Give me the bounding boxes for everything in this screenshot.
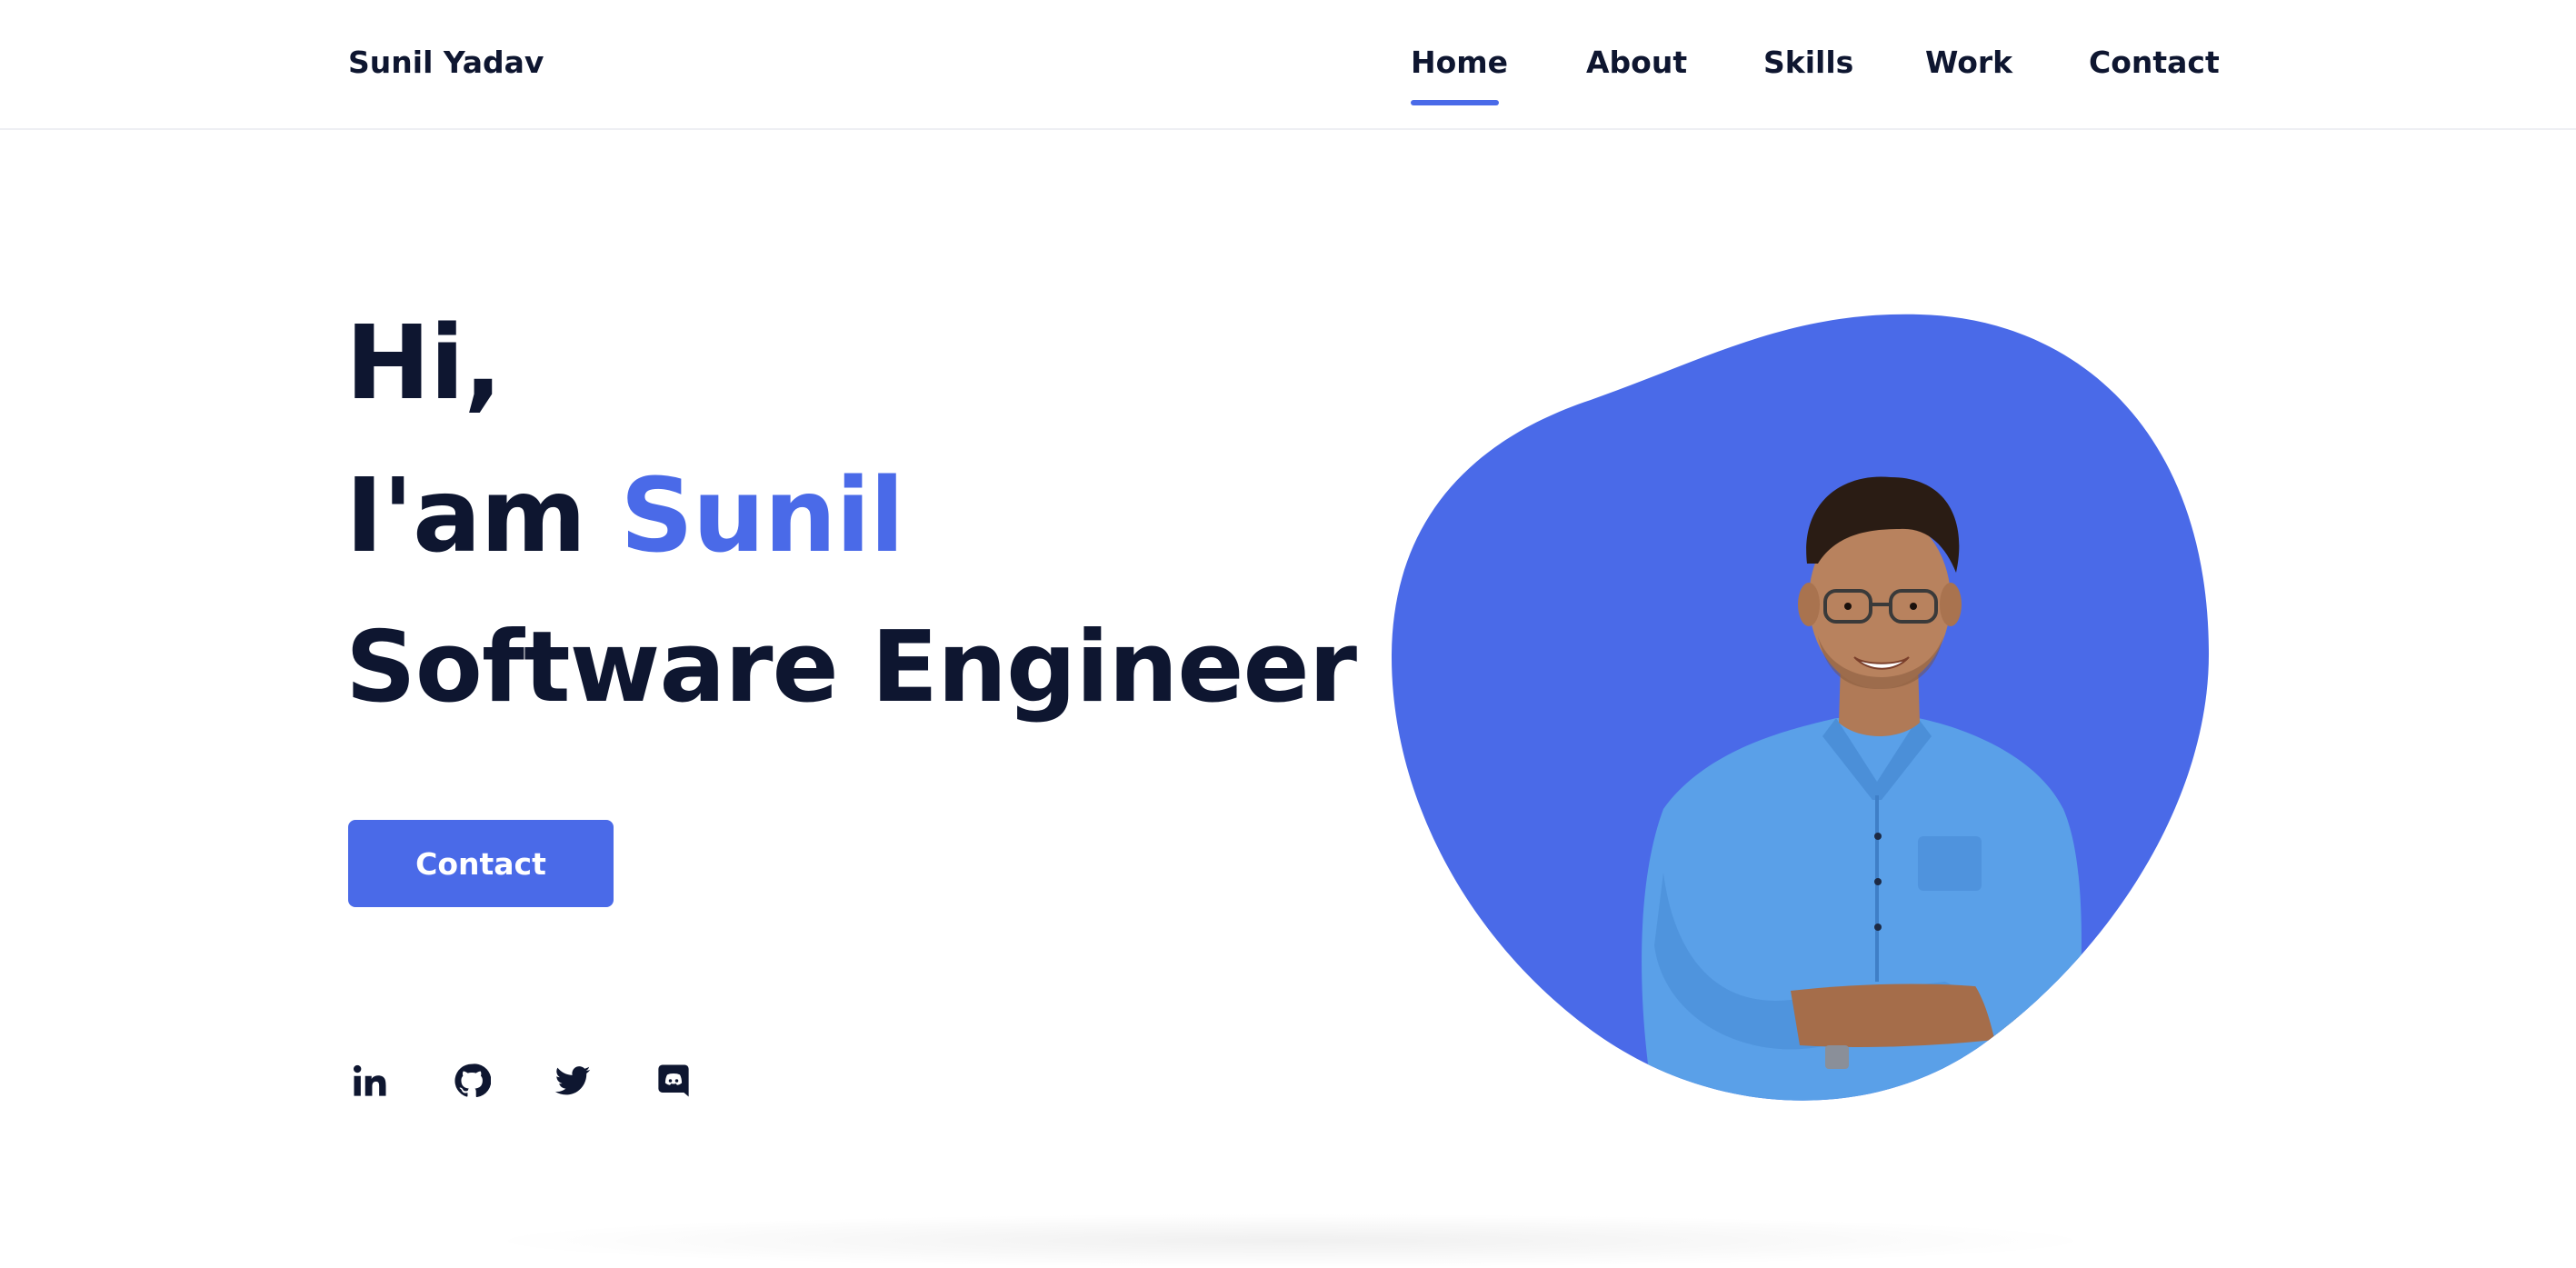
nav-contact[interactable]: Contact (2089, 45, 2220, 80)
nav-work[interactable]: Work (1925, 45, 2012, 80)
nav-about[interactable]: About (1586, 45, 1687, 80)
hero-intro: I'am Sunil (345, 465, 904, 567)
discord-icon[interactable] (653, 1060, 694, 1102)
bottom-section-shadow (473, 1213, 2109, 1268)
hero-intro-prefix: I'am (345, 457, 621, 575)
hero-intro-name: Sunil (620, 457, 904, 575)
active-nav-indicator (1411, 100, 1499, 105)
nav-skills[interactable]: Skills (1763, 45, 1853, 80)
twitter-icon[interactable] (552, 1060, 594, 1102)
nav-home[interactable]: Home (1411, 45, 1508, 80)
hero-portrait (1363, 291, 2254, 1127)
hero-role: Software Engineer (345, 611, 1357, 724)
site-header: Sunil Yadav Home About Skills Work Conta… (0, 0, 2576, 130)
brand-name[interactable]: Sunil Yadav (348, 45, 544, 80)
hero-greeting: Hi, (345, 305, 503, 423)
github-icon[interactable] (451, 1060, 493, 1102)
linkedin-icon[interactable] (349, 1060, 391, 1102)
contact-button[interactable]: Contact (348, 820, 614, 907)
